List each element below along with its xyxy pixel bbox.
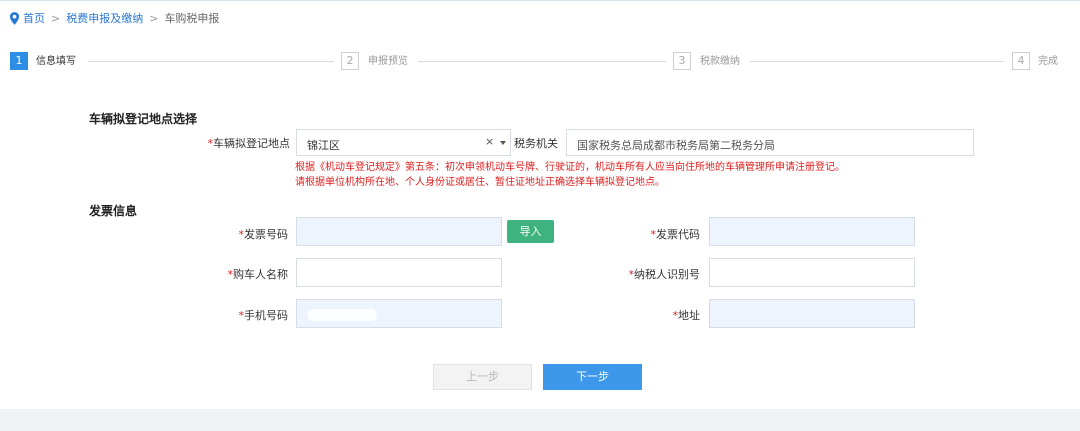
invoice-number-input[interactable] [296,217,502,246]
location-pin-icon [9,11,20,25]
import-button[interactable]: 导入 [507,220,554,243]
breadcrumb: 首页 > 税费申报及缴纳 > 车购税申报 [9,11,219,25]
taxpayer-id-label: *纳税人识别号 [600,266,701,282]
location-label: *车辆拟登记地点 [190,135,291,151]
location-select[interactable]: 锦江区 × [296,129,511,156]
invoice-code-input[interactable] [709,217,915,246]
invoice-code-label-text: 发票代码 [656,228,700,241]
prev-step-button[interactable]: 上一步 [433,364,532,390]
tax-office-value: 国家税务总局成都市税务局第二税务分局 [577,139,775,152]
address-label-text: 地址 [678,309,700,322]
step-1-label: 信息填写 [36,56,76,67]
breadcrumb-home-link[interactable]: 首页 [23,10,45,26]
step-4-label: 完成 [1038,56,1058,67]
invoice-number-label: *发票号码 [190,226,289,242]
invoice-number-label-text: 发票号码 [244,228,288,241]
buyer-name-input[interactable] [296,258,502,287]
location-label-text: 车辆拟登记地点 [213,137,290,150]
step-connector [418,61,666,62]
caret-down-icon[interactable] [500,141,506,145]
footer-band [0,409,1080,431]
step-3-number: 3 [673,52,691,70]
top-border [0,0,1080,1]
notice-line-2: 请根据单位机构所在地、个人身份证或居住、暂住证地址正确选择车辆拟登记地点。 [295,177,665,188]
step-1-number: 1 [10,52,28,70]
phone-label: *手机号码 [190,307,289,323]
address-input[interactable] [709,299,915,328]
location-select-value: 锦江区 [307,139,340,152]
tax-office-field[interactable]: 国家税务总局成都市税务局第二税务分局 [566,129,974,156]
buyer-name-label-text: 购车人名称 [233,268,288,281]
phone-input[interactable] [296,299,502,328]
breadcrumb-current: 车购税申报 [164,12,220,25]
step-2-label: 申报预览 [368,56,408,67]
redacted-blur [307,309,377,321]
taxpayer-id-label-text: 纳税人识别号 [634,268,700,281]
taxpayer-id-input[interactable] [709,258,915,287]
phone-label-text: 手机号码 [244,309,288,322]
notice-line-1: 根据《机动车登记规定》第五条：初次申领机动车号牌、行驶证的，机动车所有人应当向住… [295,162,845,173]
invoice-code-label: *发票代码 [600,226,701,242]
invoice-section-title: 发票信息 [89,204,138,218]
tax-office-label: 税务机关 [514,137,558,150]
buyer-name-label: *购车人名称 [190,266,289,282]
location-section-title: 车辆拟登记地点选择 [89,112,198,126]
breadcrumb-separator: > [51,11,61,25]
step-connector [750,61,1004,62]
breadcrumb-section-link[interactable]: 税费申报及缴纳 [66,10,143,26]
step-connector [88,61,334,62]
step-4-number: 4 [1012,52,1030,70]
step-3-label: 税款缴纳 [700,56,740,67]
breadcrumb-separator: > [149,11,159,25]
clear-icon[interactable]: × [485,135,494,148]
step-2-number: 2 [341,52,359,70]
next-step-button[interactable]: 下一步 [543,364,642,390]
address-label: *地址 [600,307,701,323]
